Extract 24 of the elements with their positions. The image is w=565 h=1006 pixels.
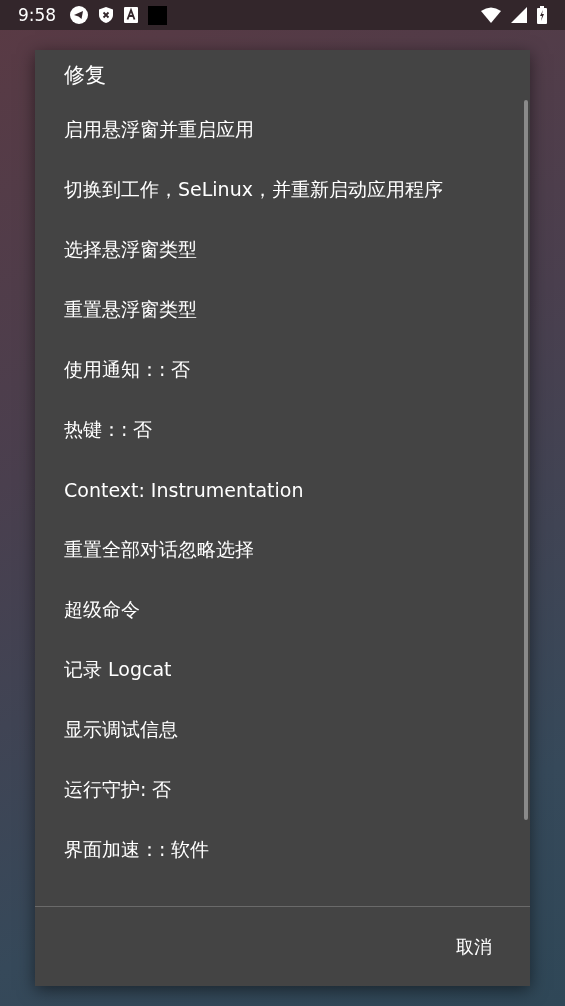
menu-item[interactable]: 重置全部对话忽略选择: [35, 520, 530, 580]
cancel-button[interactable]: 取消: [446, 924, 502, 969]
menu-item[interactable]: 界面加速：: 软件: [35, 820, 530, 880]
paper-plane-icon: [70, 6, 89, 24]
battery-charging-icon: [537, 6, 547, 24]
font-icon: [124, 7, 139, 23]
menu-item[interactable]: 重置悬浮窗类型: [35, 280, 530, 340]
menu-item[interactable]: 启用悬浮窗并重启应用: [35, 100, 530, 160]
menu-item[interactable]: Context: Instrumentation: [35, 460, 530, 520]
wifi-icon: [481, 7, 501, 23]
menu-item[interactable]: 切换到工作，SeLinux，并重新启动应用程序: [35, 160, 530, 220]
menu-item[interactable]: 运行守护: 否: [35, 760, 530, 820]
menu-item[interactable]: 热键：: 否: [35, 400, 530, 460]
scrollbar[interactable]: [524, 100, 528, 820]
menu-item[interactable]: 显示调试信息: [35, 700, 530, 760]
shield-icon: [98, 6, 115, 24]
dialog-title: 修复: [63, 62, 107, 89]
menu-item[interactable]: 记录 Logcat: [35, 640, 530, 700]
notification-square-icon: [148, 5, 168, 25]
status-time: 9:58: [18, 5, 57, 25]
signal-icon: [511, 7, 527, 23]
menu-item[interactable]: 使用通知：: 否: [35, 340, 530, 400]
menu-item[interactable]: 选择悬浮窗类型: [35, 220, 530, 280]
menu-item[interactable]: 超级命令: [35, 580, 530, 640]
